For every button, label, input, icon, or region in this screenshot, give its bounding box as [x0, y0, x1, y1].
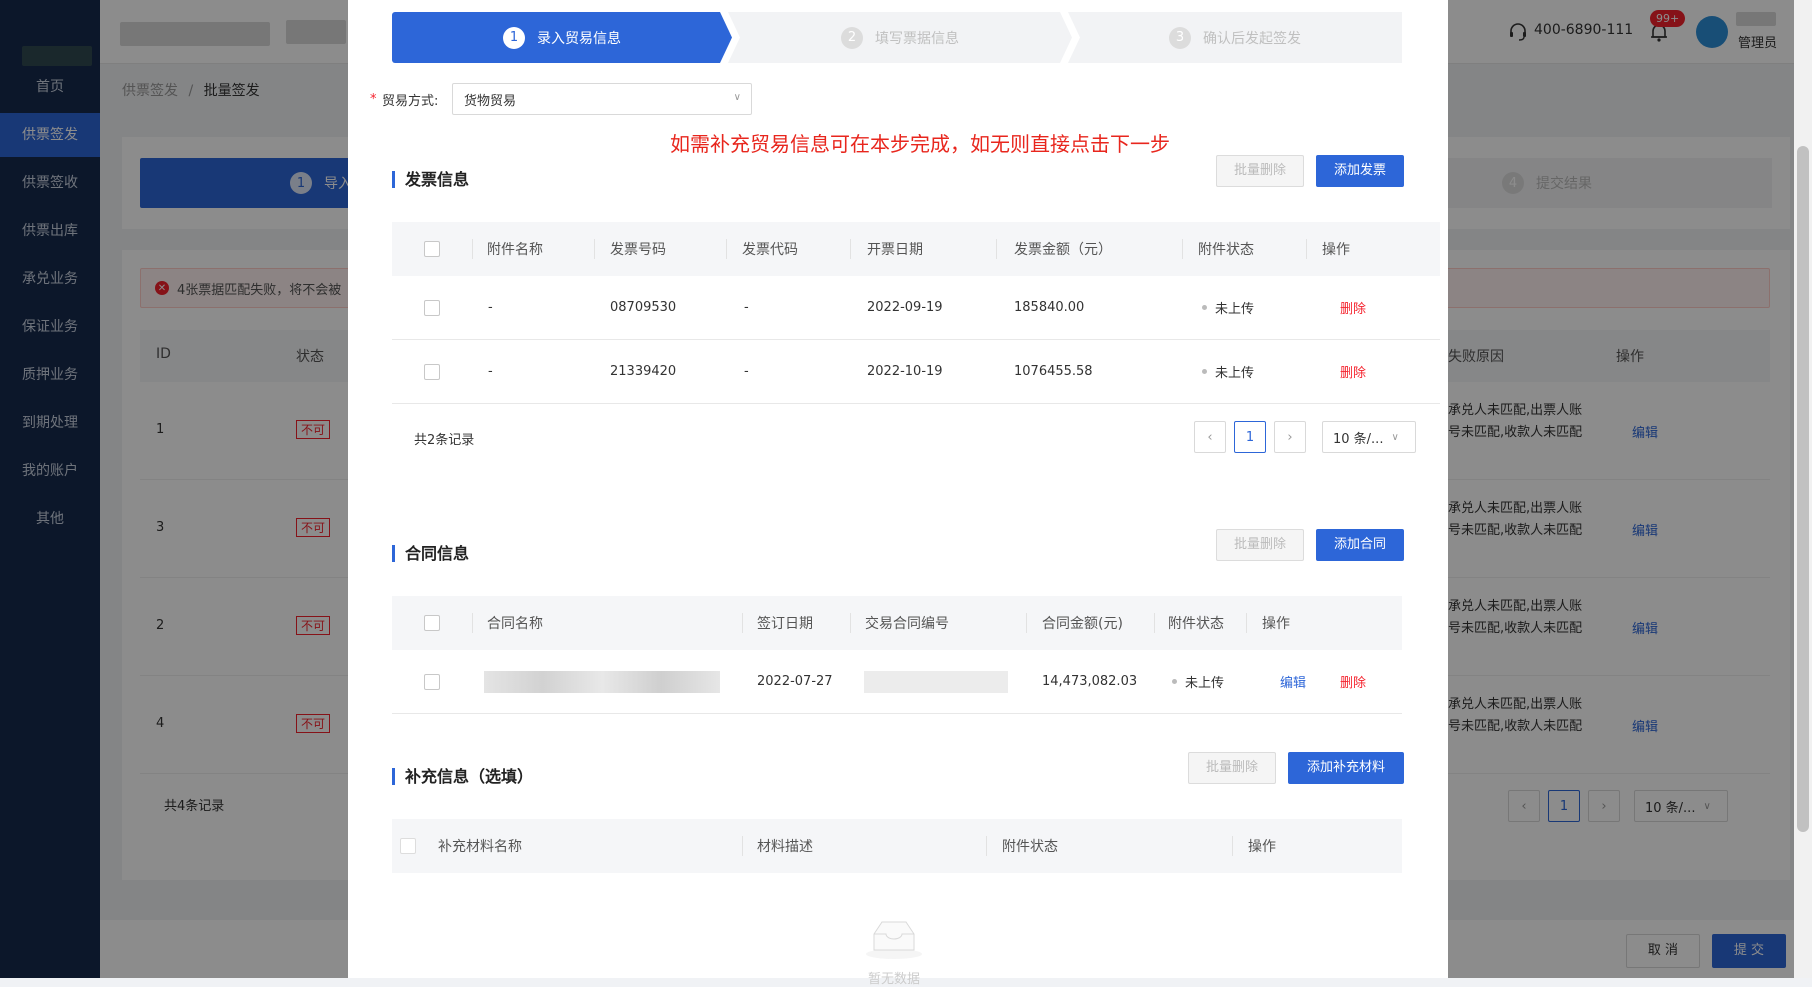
modal-steps: 1 录入贸易信息 2 填写票据信息 3 确认后发起签发	[392, 12, 1402, 63]
invoice-code: -	[744, 300, 749, 315]
attachment-status: 未上传	[1215, 302, 1255, 317]
row-checkbox[interactable]	[424, 673, 440, 690]
chevron-down-icon: ∨	[1391, 431, 1399, 443]
step-3-num: 3	[1169, 26, 1191, 49]
add-contract-button[interactable]: 添加合同	[1316, 529, 1404, 561]
invoice-prev-page-button[interactable]: ‹	[1194, 421, 1226, 453]
th-attachment-name: 附件名称	[487, 242, 543, 258]
th-attachment-status: 附件状态	[1198, 242, 1254, 258]
trade-mode-label: 贸易方式:	[382, 94, 439, 109]
trade-info-modal: 1 录入贸易信息 2 填写票据信息 3 确认后发起签发 * 贸易方式: 货物贸易…	[348, 0, 1448, 987]
chevron-down-icon: ∨	[733, 92, 741, 103]
step-2-label: 填写票据信息	[875, 30, 959, 47]
th-material-actions: 操作	[1248, 839, 1276, 855]
contract-name-redacted	[484, 670, 720, 693]
status-dot-icon	[1172, 679, 1177, 684]
th-contract-attachment-status: 附件状态	[1168, 616, 1224, 632]
supplement-batch-delete-button[interactable]: 批量删除	[1188, 752, 1276, 784]
trade-mode-select[interactable]: 货物贸易 ∨	[452, 83, 752, 115]
attachment-status: 未上传	[1215, 366, 1255, 381]
invoice-section-title: 发票信息	[392, 171, 469, 188]
step-1: 1 录入贸易信息	[392, 12, 732, 63]
invoice-total-count: 共2条记录	[414, 433, 475, 448]
row-checkbox[interactable]	[424, 299, 440, 316]
invoice-attachment: -	[488, 300, 493, 315]
invoice-page-1-button[interactable]: 1	[1234, 421, 1266, 453]
edit-contract-link[interactable]: 编辑	[1280, 650, 1306, 713]
invoice-page-size-select[interactable]: 10 条/... ∨	[1322, 421, 1416, 453]
th-invoice-amount: 发票金额（元）	[1014, 242, 1112, 258]
invoice-row: - 21339420 - 2022-10-19 1076455.58 未上传 删…	[392, 340, 1440, 404]
th-contract-number: 交易合同编号	[865, 616, 949, 632]
delete-invoice-link[interactable]: 删除	[1340, 340, 1366, 403]
supplement-select-all-checkbox[interactable]	[400, 838, 416, 854]
supplement-section-title: 补充信息（选填）	[392, 768, 533, 785]
add-supplement-button[interactable]: 添加补充材料	[1288, 752, 1404, 784]
invoice-amount: 185840.00	[1014, 300, 1085, 315]
step-2-num: 2	[841, 26, 863, 49]
contract-batch-delete-button[interactable]: 批量删除	[1216, 529, 1304, 561]
th-invoice-actions: 操作	[1322, 242, 1350, 258]
th-invoice-code: 发票代码	[742, 242, 798, 258]
step-1-label: 录入贸易信息	[537, 30, 621, 47]
th-contract-actions: 操作	[1262, 616, 1290, 632]
add-invoice-button[interactable]: 添加发票	[1316, 155, 1404, 187]
invoice-page-size-value: 10 条/...	[1333, 431, 1384, 447]
invoice-number: 21339420	[610, 364, 677, 379]
contract-number-redacted	[864, 670, 1008, 693]
th-invoice-number: 发票号码	[610, 242, 666, 258]
invoice-batch-delete-button[interactable]: 批量删除	[1216, 155, 1304, 187]
invoice-row: - 08709530 - 2022-09-19 185840.00 未上传 删除	[392, 276, 1440, 340]
required-mark: *	[370, 92, 377, 107]
status-dot-icon	[1202, 305, 1207, 310]
invoice-amount: 1076455.58	[1014, 364, 1093, 379]
contract-select-all-checkbox[interactable]	[424, 615, 440, 631]
th-material-name: 补充材料名称	[438, 839, 522, 855]
invoice-number: 08709530	[610, 300, 677, 315]
status-dot-icon	[1202, 369, 1207, 374]
hint-text: 如需补充贸易信息可在本步完成，如无则直接点击下一步	[670, 132, 1170, 156]
step-1-num: 1	[503, 26, 525, 49]
trade-mode-value: 货物贸易	[464, 93, 517, 109]
th-material-attachment-status: 附件状态	[1002, 839, 1058, 855]
contract-sign-date: 2022-07-27	[757, 674, 833, 689]
attachment-status: 未上传	[1185, 676, 1225, 691]
contract-table-header: 合同名称 签订日期 交易合同编号 合同金额(元) 附件状态 操作	[392, 596, 1402, 650]
contract-section-title: 合同信息	[392, 545, 469, 562]
contract-amount: 14,473,082.03	[1042, 674, 1138, 689]
invoice-attachment: -	[488, 364, 493, 379]
step-3: 3 确认后发起签发	[1068, 12, 1402, 63]
supplement-table-header: 补充材料名称 材料描述 附件状态 操作	[392, 819, 1402, 873]
step-3-label: 确认后发起签发	[1203, 30, 1301, 47]
invoice-date: 2022-10-19	[867, 364, 943, 379]
delete-contract-link[interactable]: 删除	[1340, 650, 1366, 713]
invoice-select-all-checkbox[interactable]	[424, 241, 440, 257]
contract-row: 2022-07-27 14,473,082.03 未上传 编辑 删除	[392, 650, 1402, 714]
invoice-code: -	[744, 364, 749, 379]
th-sign-date: 签订日期	[757, 616, 813, 632]
step-2: 2 填写票据信息	[728, 12, 1072, 63]
invoice-next-page-button[interactable]: ›	[1274, 421, 1306, 453]
scrollbar-thumb[interactable]	[1797, 146, 1809, 832]
th-contract-amount: 合同金额(元)	[1042, 616, 1123, 632]
row-checkbox[interactable]	[424, 363, 440, 380]
th-invoice-date: 开票日期	[867, 242, 923, 258]
delete-invoice-link[interactable]: 删除	[1340, 276, 1366, 339]
th-contract-name: 合同名称	[487, 616, 543, 632]
invoice-table-header: 附件名称 发票号码 发票代码 开票日期 发票金额（元） 附件状态 操作	[392, 222, 1440, 276]
empty-box-icon	[866, 921, 922, 959]
invoice-date: 2022-09-19	[867, 300, 943, 315]
th-material-description: 材料描述	[757, 839, 813, 855]
